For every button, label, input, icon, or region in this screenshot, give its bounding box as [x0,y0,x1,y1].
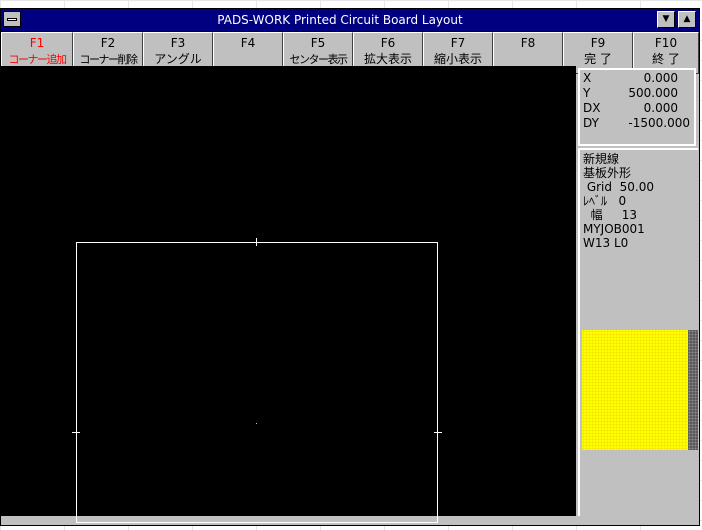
layer-color-swatch [582,330,688,450]
swatch-shadow [688,330,698,450]
x-value: 0.000 [643,71,678,85]
outline-midpoint-marker [256,238,257,246]
fkey-number: F9 [590,36,606,50]
system-menu-icon [7,18,17,21]
fkey-number: F4 [240,36,256,50]
y-value: 500.000 [628,86,678,100]
dy-label: DY [583,116,599,130]
fkey-number: F1 [29,36,45,50]
mode-text: 新規線 [583,152,620,166]
system-menu-button[interactable] [3,11,21,27]
layout-canvas[interactable] [0,66,576,523]
dx-value: 0.000 [643,101,678,115]
fkey-number: F5 [310,36,326,50]
object-text: 基板外形 [583,166,632,180]
level-text: ﾚﾍﾞﾙ 0 [583,194,627,208]
dy-value: -1500.000 [628,116,690,130]
maximize-icon: ▲ [683,14,691,24]
fkey-number: F2 [100,36,116,50]
job-name: MYJOB001 [583,222,645,236]
outline-midpoint-marker [72,432,80,433]
line-status: W13 L0 [583,236,629,250]
title-bar[interactable]: PADS-WORK Printed Circuit Board Layout ▼… [1,9,699,32]
x-label: X [583,71,592,85]
minimize-icon: ▼ [662,14,670,24]
fkey-number: F7 [450,36,466,50]
fkey-number: F8 [520,36,536,50]
grid-text: Grid 50.00 [583,180,654,194]
fkey-number: F6 [380,36,396,50]
board-outline[interactable] [76,242,438,523]
width-text: 幅 13 [583,208,637,222]
window-title: PADS-WORK Printed Circuit Board Layout [217,13,463,27]
outline-midpoint-marker [434,432,442,433]
fkey-number: F3 [170,36,186,50]
coordinate-readout: X 0.000 Y 500.000 DX 0.000 DY -1500.000 [578,68,696,146]
fkey-number: F10 [654,36,678,50]
maximize-button[interactable]: ▲ [678,11,696,28]
origin-marker [256,423,257,424]
minimize-button[interactable]: ▼ [657,11,675,28]
y-label: Y [583,86,591,100]
dx-label: DX [583,101,601,115]
fkey-label: 終 了 [652,52,680,66]
